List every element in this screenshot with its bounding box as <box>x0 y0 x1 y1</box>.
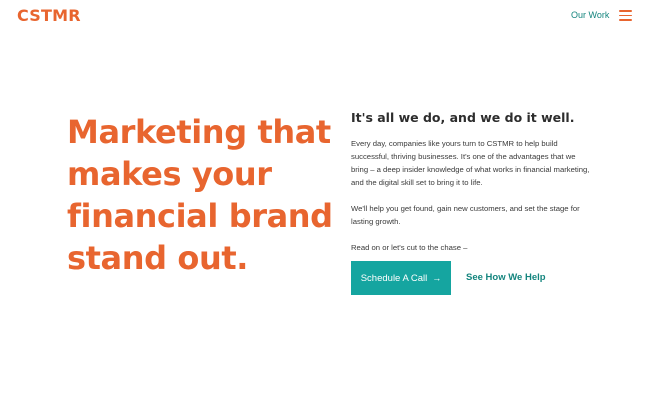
hero-subheading: It's all we do, and we do it well. <box>351 110 575 125</box>
schedule-call-button[interactable]: Schedule A Call → <box>351 261 451 295</box>
benefits-paragraph: We'll help you get found, gain new custo… <box>351 204 580 226</box>
intro-paragraph: Every day, companies like yours turn to … <box>351 139 590 187</box>
hamburger-menu-icon[interactable] <box>619 10 632 21</box>
cta-lead-text: Read on or let's cut to the chase – <box>351 243 468 252</box>
see-how-we-help-link[interactable]: See How We Help <box>466 272 546 283</box>
schedule-call-label: Schedule A Call <box>360 272 428 284</box>
menu-bar <box>619 14 632 16</box>
nav-link-our-work[interactable]: Our Work <box>571 10 609 20</box>
menu-bar <box>619 10 632 12</box>
hero-title: Marketing that makes your financial bran… <box>67 113 333 277</box>
arrow-right-icon: → <box>432 272 442 283</box>
page: CSTMR Our Work Marketing that makes your… <box>0 0 650 406</box>
menu-bar <box>619 19 632 21</box>
logo[interactable]: CSTMR <box>17 6 81 25</box>
